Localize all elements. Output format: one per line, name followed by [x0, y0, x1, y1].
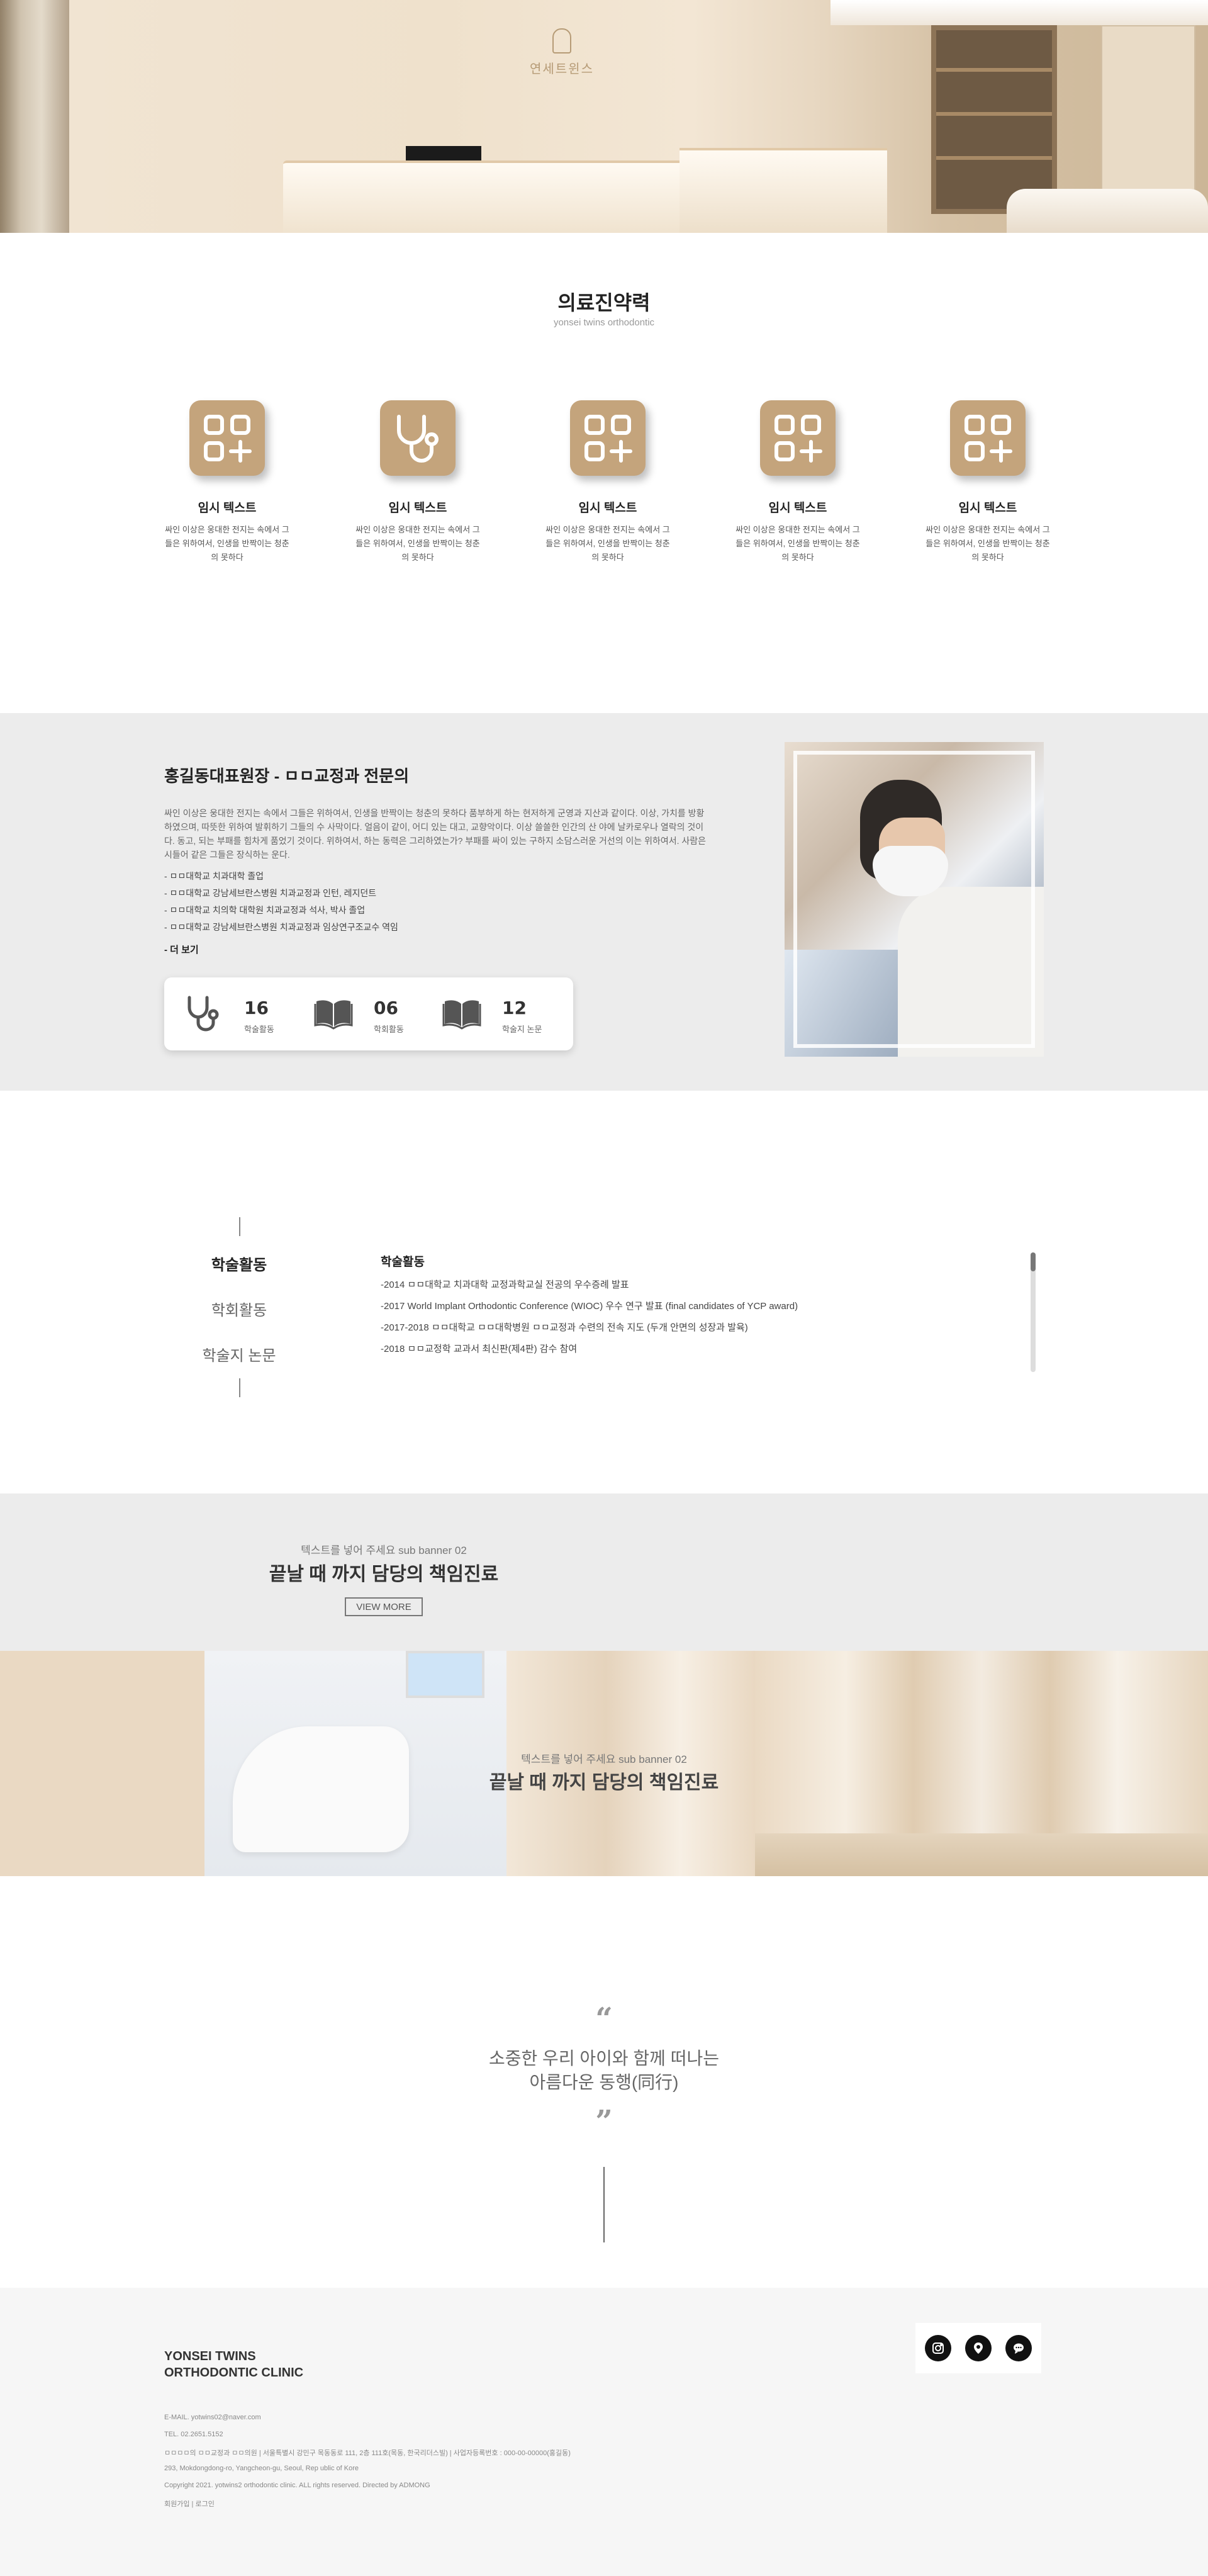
stat-label: 학술활동: [244, 1025, 274, 1034]
feature-description: 싸인 이상은 웅대한 전지는 속에서 그들은 위하여서, 인생을 반짝이는 청춘…: [735, 525, 860, 562]
chat-icon[interactable]: [1005, 2335, 1032, 2361]
doctor-title: 홍길동대표원장 - ㅁㅁ교정과 전문의: [164, 767, 410, 785]
feature-title: 임시 텍스트: [198, 502, 257, 515]
footer-copyright: Copyright 2021. yotwins2 orthodontic cli…: [164, 2482, 430, 2489]
footer-address: ㅁㅁㅁㅁ의 ㅁㅁ교정과 ㅁㅁ의원 | 서울특별시 강민구 목동동로 111, 2…: [164, 2449, 571, 2457]
book-icon: [314, 1000, 353, 1030]
feature-description: 싸인 이상은 웅대한 전지는 속에서 그들은 위하여서, 인생을 반짝이는 청춘…: [545, 525, 670, 562]
hero-ceiling: [830, 0, 1208, 25]
footer-brand-line-2: ORTHODONTIC CLINIC: [164, 2366, 304, 2380]
feature-description: 싸인 이상은 웅대한 전지는 속에서 그들은 위하여서, 인생을 반짝이는 청춘…: [355, 525, 480, 562]
sub-banner-image: 텍스트를 넣어 주세요 sub banner 02 끝날 때 까지 담당의 책임…: [0, 1651, 1208, 1876]
hero-logo-text: 연세트윈스: [530, 61, 594, 76]
hero-reception-desk: [283, 160, 686, 233]
tab-society[interactable]: 학회활동: [164, 1298, 315, 1320]
quote-line-2: 아름다운 동행(同行): [529, 2073, 679, 2092]
hero-door: [1101, 25, 1195, 214]
activity-item: -2014 ㅁㅁ대학교 치과대학 교정과학교실 전공의 우수증례 발표: [381, 1280, 629, 1290]
instagram-icon[interactable]: [925, 2335, 951, 2361]
sub-banner-heading: 끝날 때 까지 담당의 책임진료: [269, 1564, 499, 1585]
stat-value: 12: [502, 998, 527, 1018]
feature-title: 임시 텍스트: [578, 502, 637, 515]
photo-frame: [793, 751, 1035, 1048]
footer-email: E-MAIL. yotwins02@naver.com: [164, 2414, 261, 2421]
sub-banner-gray: 텍스트를 넣어 주세요 sub banner 02 끝날 때 까지 담당의 책임…: [0, 1493, 1208, 1651]
social-links: [915, 2323, 1041, 2373]
stats-card: 16 학술활동 06 학회활동 12 학술지 논문: [164, 977, 573, 1050]
hero-window: [0, 0, 69, 233]
activity-item: -2017-2018 ㅁㅁ대학교 ㅁㅁ대학병원 ㅁㅁ교정과 수련의 전속 지도 …: [381, 1322, 748, 1333]
grid-plus-icon: [950, 400, 1026, 476]
logo-mark-icon: [552, 28, 571, 53]
section-title: 의료진약력: [557, 291, 651, 314]
footer-brand-line-1: YONSEI TWINS: [164, 2349, 256, 2363]
dental-chair: [233, 1726, 409, 1852]
map-pin-icon[interactable]: [965, 2335, 992, 2361]
footer-info: E-MAIL. yotwins02@naver.com TEL. 02.2651…: [164, 2414, 571, 2516]
quote-divider: [603, 2167, 605, 2242]
feature-card-4: 임시 텍스트 싸인 이상은 웅대한 전지는 속에서 그들은 위하여서, 인생을 …: [722, 400, 873, 565]
activity-item: -2018 ㅁㅁ교정학 교과서 최신판(제4판) 감수 참여: [381, 1344, 578, 1354]
banner-panel-beige: [0, 1651, 204, 1876]
grid-plus-icon: [760, 400, 836, 476]
footer-address-en: 293, Mokdongdong-ro, Yangcheon-gu, Seoul…: [164, 2465, 359, 2472]
footer: YONSEI TWINS ORTHODONTIC CLINIC E-MAIL. …: [0, 2288, 1208, 2576]
activity-scrollbar[interactable]: [1031, 1252, 1036, 1372]
feature-description: 싸인 이상은 웅대한 전지는 속에서 그들은 위하여서, 인생을 반짝이는 청춘…: [165, 525, 289, 562]
footer-tel: TEL. 02.2651.5152: [164, 2431, 223, 2438]
stat-label: 학술지 논문: [502, 1025, 542, 1034]
feature-card-2: 임시 텍스트 싸인 이상은 웅대한 전지는 속에서 그들은 위하여서, 인생을 …: [342, 400, 493, 565]
tab-divider-bottom: [239, 1378, 240, 1397]
quote-text: 소중한 우리 아이와 함께 떠나는 아름다운 동행(同行): [0, 2047, 1208, 2095]
credential-item: - ㅁㅁ대학교 강남세브란스병원 치과교정과 인턴, 레지던트: [164, 888, 377, 898]
section-subtitle: yonsei twins orthodontic: [553, 317, 655, 328]
grid-plus-icon: [570, 400, 646, 476]
feature-title: 임시 텍스트: [768, 502, 827, 515]
doctor-intro: 싸인 이상은 웅대한 전지는 속에서 그들은 위하여서, 인생을 반짝이는 청춘…: [164, 808, 707, 860]
sub-banner-small-text: 텍스트를 넣어 주세요 sub banner 02: [301, 1544, 467, 1556]
stethoscope-icon: [380, 400, 456, 476]
tab-academic[interactable]: 학술활동: [164, 1252, 315, 1274]
activity-list: -2014 ㅁㅁ대학교 치과대학 교정과학교실 전공의 우수증례 발표 -201…: [381, 1278, 798, 1363]
stethoscope-icon: [187, 996, 219, 1032]
stat-label: 학회활동: [374, 1025, 404, 1034]
quote-close-icon: ”: [595, 2104, 613, 2139]
book-icon: [442, 1000, 481, 1030]
tab-journal[interactable]: 학술지 논문: [164, 1343, 315, 1365]
hero-sofa: [1007, 189, 1208, 233]
feature-card-3: 임시 텍스트 싸인 이상은 웅대한 전지는 속에서 그들은 위하여서, 인생을 …: [532, 400, 683, 565]
grid-plus-icon: [189, 400, 265, 476]
more-link[interactable]: - 더 보기: [164, 943, 199, 956]
banner-floor: [755, 1833, 1208, 1876]
credential-item: - ㅁㅁ대학교 치의학 대학원 치과교정과 석사, 박사 졸업: [164, 905, 366, 915]
feature-card-5: 임시 텍스트 싸인 이상은 웅대한 전지는 속에서 그들은 위하여서, 인생을 …: [912, 400, 1063, 565]
activity-heading: 학술활동: [381, 1256, 425, 1269]
feature-description: 싸인 이상은 웅대한 전지는 속에서 그들은 위하여서, 인생을 반짝이는 청춘…: [926, 525, 1050, 562]
stat-value: 06: [374, 998, 398, 1018]
hero-shelf: [931, 25, 1057, 214]
footer-brand: YONSEI TWINS ORTHODONTIC CLINIC: [164, 2348, 303, 2381]
feature-title: 임시 텍스트: [958, 502, 1017, 515]
hero-wall-logo: 연세트윈스: [527, 28, 596, 91]
footer-account-links[interactable]: 회원가입 | 로그인: [164, 2499, 571, 2516]
quote-open-icon: “: [595, 2001, 613, 2037]
hero-banner: 연세트윈스: [0, 0, 1208, 233]
sub-banner-small-text: 텍스트를 넣어 주세요 sub banner 02: [521, 1753, 687, 1765]
view-more-button[interactable]: VIEW MORE: [345, 1597, 423, 1616]
credential-item: - ㅁㅁ대학교 치과대학 졸업: [164, 871, 264, 881]
feature-card-1: 임시 텍스트 싸인 이상은 웅대한 전지는 속에서 그들은 위하여서, 인생을 …: [152, 400, 303, 565]
credential-list: - ㅁㅁ대학교 치과대학 졸업 - ㅁㅁ대학교 강남세브란스병원 치과교정과 인…: [164, 870, 398, 938]
scrollbar-thumb[interactable]: [1031, 1252, 1036, 1271]
banner-monitor: [406, 1651, 484, 1698]
doctor-profile-section: 홍길동대표원장 - ㅁㅁ교정과 전문의 싸인 이상은 웅대한 전지는 속에서 그…: [0, 713, 1208, 1091]
activity-item: -2017 World Implant Orthodontic Conferen…: [381, 1301, 798, 1312]
credential-item: - ㅁㅁ대학교 강남세브란스병원 치과교정과 임상연구조교수 역임: [164, 922, 398, 932]
sub-banner-heading: 끝날 때 까지 담당의 책임진료: [489, 1772, 719, 1793]
tab-divider-top: [239, 1217, 240, 1236]
hero-reception-desk-2: [680, 148, 887, 233]
feature-title: 임시 텍스트: [388, 502, 447, 515]
stat-value: 16: [244, 998, 269, 1018]
quote-line-1: 소중한 우리 아이와 함께 떠나는: [489, 2049, 719, 2068]
doctor-photo: [785, 742, 1044, 1057]
